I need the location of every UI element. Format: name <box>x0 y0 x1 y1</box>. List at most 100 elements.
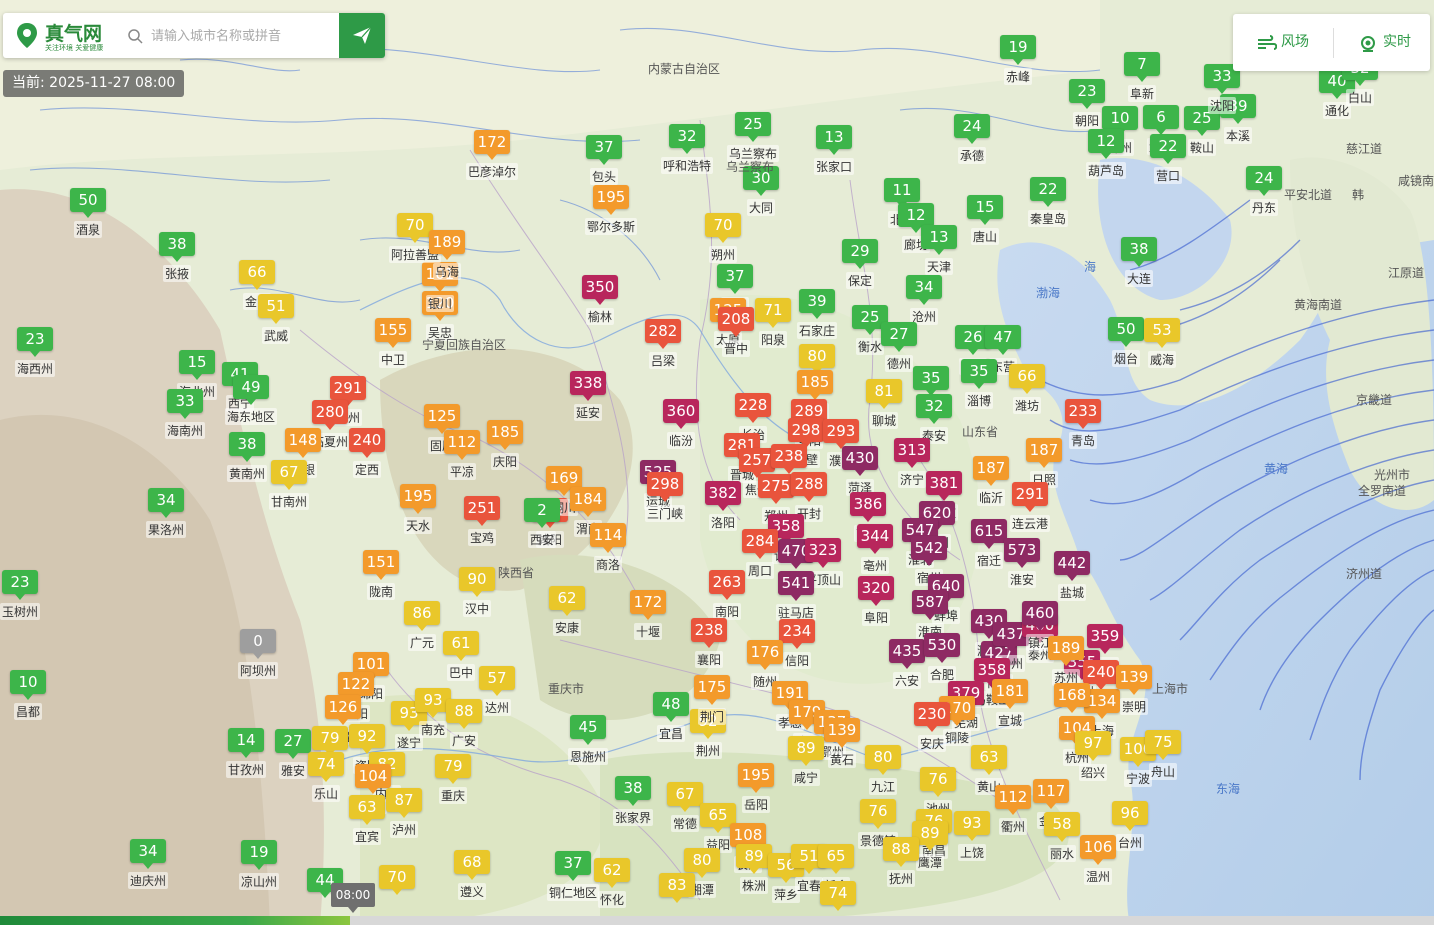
aqi-marker[interactable]: 86 广元 <box>404 601 440 651</box>
aqi-marker[interactable]: 284 周口 <box>742 529 778 579</box>
realtime-toggle[interactable]: 实时 <box>1359 14 1425 71</box>
aqi-marker[interactable]: 70 朔州 <box>705 213 741 263</box>
aqi-marker[interactable]: 74 乐山 <box>308 752 344 802</box>
aqi-marker[interactable]: 195 天水 <box>400 484 436 534</box>
aqi-marker[interactable]: 435 六安 <box>889 639 925 689</box>
aqi-marker[interactable]: 66 金昌 <box>239 260 275 310</box>
aqi-marker[interactable]: 93 上饶 <box>954 811 990 861</box>
aqi-marker[interactable]: 12 葫芦岛 <box>1085 129 1127 179</box>
aqi-marker[interactable]: 53 威海 <box>1144 318 1180 368</box>
aqi-marker[interactable]: 38 大连 <box>1121 237 1157 287</box>
aqi-marker[interactable]: 88 广安 <box>446 699 482 749</box>
aqi-marker[interactable]: 139 崇明 <box>1116 665 1152 715</box>
aqi-marker[interactable]: 460 镇江 <box>1022 601 1058 651</box>
wind-field-toggle[interactable]: 风场 <box>1257 14 1327 71</box>
aqi-marker[interactable]: 38 张家界 <box>612 776 654 826</box>
aqi-marker[interactable]: 34 果洛州 <box>145 488 187 538</box>
aqi-marker[interactable]: 34 沧州 <box>906 275 942 325</box>
aqi-marker[interactable]: 76 景德镇 <box>857 799 899 849</box>
aqi-marker[interactable]: 13 张家口 <box>813 125 855 175</box>
aqi-marker[interactable]: 168湖州 <box>1054 683 1090 733</box>
aqi-marker[interactable]: 114 商洛 <box>590 523 626 573</box>
aqi-marker[interactable]: 541 驻马店 <box>775 571 817 621</box>
aqi-marker[interactable]: 230 安庆 <box>914 702 950 752</box>
aqi-marker[interactable]: 6盘锦 <box>1143 105 1179 155</box>
aqi-marker[interactable]: 195 岳阳 <box>738 763 774 813</box>
aqi-marker[interactable]: 81 聊城 <box>866 379 902 429</box>
aqi-marker[interactable]: 344 亳州 <box>857 524 893 574</box>
aqi-marker[interactable]: 7 阜新 <box>1124 52 1160 102</box>
aqi-marker[interactable]: 184 渭南 <box>570 487 606 537</box>
aqi-marker[interactable]: 181 宣城 <box>992 679 1028 729</box>
aqi-marker[interactable]: 23 海西州 <box>14 327 56 377</box>
aqi-marker[interactable]: 27 德州 <box>881 322 917 372</box>
aqi-marker[interactable]: 38 黄南州 <box>226 432 268 482</box>
aqi-marker[interactable]: 35 淄博 <box>961 359 997 409</box>
aqi-marker[interactable]: 32 泰安 <box>916 394 952 444</box>
aqi-marker[interactable]: 238 襄阳 <box>691 618 727 668</box>
aqi-marker[interactable]: 63 宜宾 <box>349 795 385 845</box>
aqi-marker[interactable]: 19 赤峰 <box>1000 35 1036 85</box>
aqi-marker[interactable]: 51 武威 <box>258 294 294 344</box>
aqi-marker[interactable]: 49 海东地区 <box>224 375 278 425</box>
aqi-marker[interactable]: 382 洛阳 <box>705 481 741 531</box>
aqi-marker[interactable]: 117金华 <box>1033 779 1069 829</box>
aqi-marker[interactable]: 0 阿坝州 <box>237 629 279 679</box>
aqi-marker[interactable]: 88 抚州 <box>883 837 919 887</box>
aqi-marker[interactable]: 291 连云港 <box>1009 482 1051 532</box>
aqi-marker[interactable]: 50 烟台 <box>1108 317 1144 367</box>
aqi-marker[interactable]: 175 荆门 <box>694 675 730 725</box>
aqi-marker[interactable]: 172 巴彦淖尔 <box>465 130 519 180</box>
aqi-marker[interactable]: 74吉安 <box>820 881 856 913</box>
aqi-marker[interactable]: 320 阜阳 <box>858 576 894 626</box>
aqi-marker[interactable]: 240 定西 <box>349 428 385 478</box>
search-input[interactable] <box>149 21 339 51</box>
aqi-marker[interactable]: 37 铜仁地区 <box>546 851 600 901</box>
aqi-marker[interactable]: 228长治 <box>735 393 771 443</box>
aqi-marker[interactable]: 151 陇南 <box>363 550 399 600</box>
aqi-marker[interactable]: 67 常德 <box>667 782 703 832</box>
aqi-marker[interactable]: 62 安康 <box>549 586 585 636</box>
aqi-marker[interactable]: 13 天津 <box>921 225 957 275</box>
aqi-marker[interactable]: 185邯郸 <box>797 370 833 420</box>
aqi-marker[interactable]: 14 甘孜州 <box>225 728 267 778</box>
aqi-marker[interactable]: 22 营口 <box>1150 134 1186 184</box>
aqi-marker[interactable]: 27 雅安 <box>275 729 311 779</box>
aqi-marker[interactable]: 155 中卫 <box>375 318 411 368</box>
aqi-marker[interactable]: 80 九江 <box>865 745 901 795</box>
aqi-marker[interactable]: 63 黄山 <box>971 745 1007 795</box>
aqi-marker[interactable]: 263 南阳 <box>709 570 745 620</box>
aqi-marker[interactable]: 112 衢州 <box>995 785 1031 835</box>
aqi-marker[interactable]: 96 台州 <box>1112 801 1148 851</box>
aqi-marker[interactable]: 542宿州 <box>911 536 947 586</box>
aqi-marker[interactable]: 33 海南州 <box>164 389 206 439</box>
aqi-marker[interactable]: 76池州 <box>920 767 956 817</box>
aqi-marker[interactable]: 90 汉中 <box>459 567 495 617</box>
aqi-marker[interactable]: 65新余 <box>818 844 854 894</box>
aqi-marker[interactable]: 83娄底 <box>659 873 695 905</box>
aqi-marker[interactable]: 573 淮安 <box>1004 538 1040 588</box>
aqi-marker[interactable]: 139 黄石 <box>824 718 860 768</box>
aqi-marker[interactable]: 32 呼和浩特 <box>660 124 714 174</box>
aqi-marker[interactable]: 75 舟山 <box>1145 730 1181 780</box>
aqi-marker[interactable]: 126成都 <box>325 695 361 745</box>
aqi-marker[interactable]: 70 阿拉善盟 <box>388 213 442 263</box>
aqi-marker[interactable]: 23 朝阳 <box>1069 79 1105 129</box>
aqi-marker[interactable]: 62 怀化 <box>594 858 630 908</box>
search-button[interactable] <box>339 13 385 58</box>
aqi-marker[interactable]: 23 玉树州 <box>0 570 41 620</box>
aqi-marker[interactable]: 24 承德 <box>954 114 990 164</box>
timeline-track[interactable] <box>0 916 1434 925</box>
aqi-marker[interactable]: 208 晋中 <box>718 307 754 357</box>
timeline-handle[interactable]: 08:00 <box>331 883 375 907</box>
aqi-marker[interactable]: 360 临汾 <box>663 399 699 449</box>
aqi-marker[interactable]: 68 遵义 <box>454 850 490 900</box>
aqi-marker[interactable]: 430 菏泽 <box>842 446 878 496</box>
aqi-marker[interactable]: 50 酒泉 <box>70 188 106 238</box>
aqi-marker[interactable]: 38 张掖 <box>159 232 195 282</box>
aqi-marker[interactable]: 15海北州 <box>176 350 218 400</box>
aqi-marker[interactable]: 37 包头 <box>586 135 622 185</box>
aqi-marker[interactable]: 47 东营 <box>985 325 1021 375</box>
aqi-marker[interactable]: 37忻州 <box>717 264 753 314</box>
aqi-marker[interactable]: 58 丽水 <box>1044 812 1080 862</box>
